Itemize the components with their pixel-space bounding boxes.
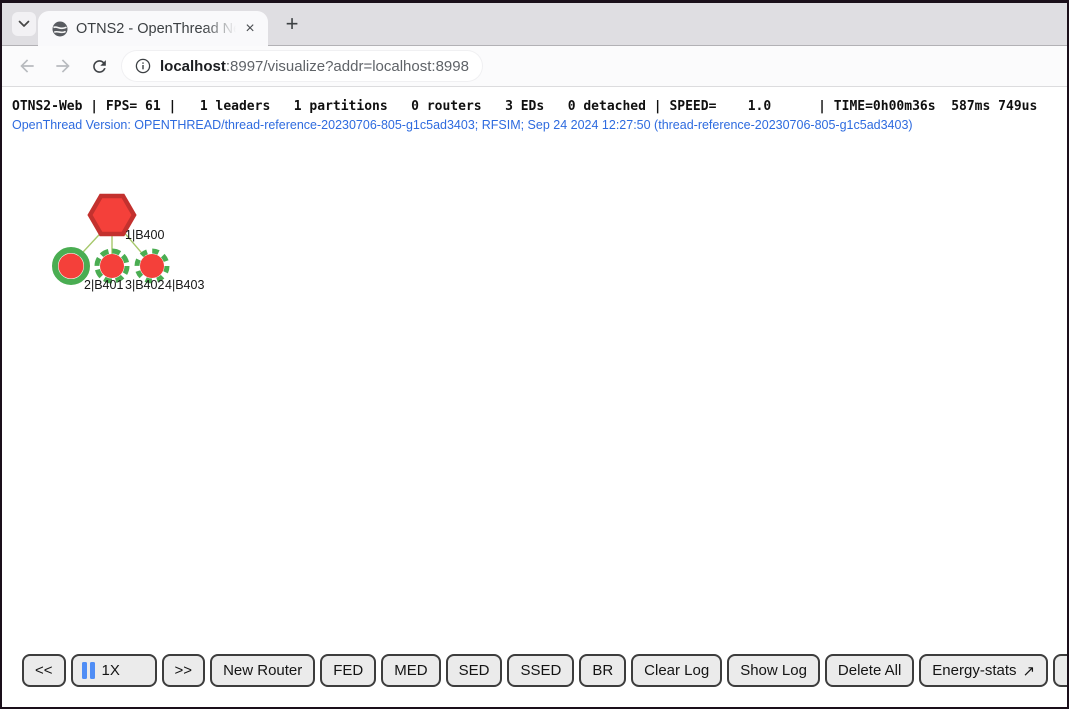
tab-otns2[interactable]: OTNS2 - OpenThread Ne × bbox=[38, 11, 268, 46]
node-child-4[interactable] bbox=[137, 251, 167, 281]
back-arrow-icon bbox=[17, 56, 37, 76]
node-stats-button[interactable]: Node-stats ↗ bbox=[1053, 654, 1067, 687]
tab-title: OTNS2 - OpenThread Ne bbox=[76, 21, 236, 37]
new-router-button[interactable]: New Router bbox=[210, 654, 315, 687]
fed-button[interactable]: FED bbox=[320, 654, 376, 687]
ssed-button[interactable]: SSED bbox=[507, 654, 574, 687]
energy-stats-label: Energy-stats bbox=[932, 662, 1016, 679]
back-button[interactable] bbox=[12, 51, 42, 81]
show-log-button[interactable]: Show Log bbox=[727, 654, 820, 687]
speed-down-button[interactable]: << bbox=[22, 654, 66, 687]
new-tab-button[interactable]: + bbox=[278, 10, 306, 38]
br-button[interactable]: BR bbox=[579, 654, 626, 687]
node-stats-label: Node-stats bbox=[1066, 662, 1067, 679]
tab-bar: OTNS2 - OpenThread Ne × + bbox=[2, 3, 1067, 46]
node-label-leader: 1|B400 bbox=[125, 228, 164, 242]
forward-arrow-icon bbox=[53, 56, 73, 76]
browser-window: OTNS2 - OpenThread Ne × + bbox=[2, 3, 1067, 707]
url-host: localhost bbox=[160, 58, 226, 75]
network-topology: 1|B400 2|B401 3|B402 4|B403 bbox=[2, 87, 302, 327]
tab-close-icon[interactable]: × bbox=[240, 19, 260, 39]
energy-stats-button[interactable]: Energy-stats ↗ bbox=[919, 654, 1048, 687]
simulator-toolbar: << 1X >> New Router FED MED SED SSED BR … bbox=[22, 654, 1067, 687]
child-node-icon[interactable] bbox=[59, 254, 84, 279]
node-label-child4: 4|B403 bbox=[165, 278, 204, 292]
child-node-icon[interactable] bbox=[100, 254, 124, 278]
node-label-child2: 2|B401 bbox=[84, 278, 123, 292]
external-link-icon: ↗ bbox=[1023, 662, 1036, 680]
page-content: OTNS2-Web | FPS= 61 | 1 leaders 1 partit… bbox=[2, 87, 1067, 707]
node-child-2[interactable] bbox=[55, 250, 87, 282]
med-button[interactable]: MED bbox=[381, 654, 440, 687]
globe-favicon-icon bbox=[52, 21, 68, 37]
forward-button[interactable] bbox=[48, 51, 78, 81]
address-bar[interactable]: localhost:8997/visualize?addr=localhost:… bbox=[122, 51, 482, 81]
page-info-icon[interactable] bbox=[135, 58, 151, 74]
sed-button[interactable]: SED bbox=[446, 654, 503, 687]
pause-icon bbox=[82, 662, 95, 679]
navigation-bar: localhost:8997/visualize?addr=localhost:… bbox=[2, 46, 1067, 87]
pause-speed-button[interactable]: 1X bbox=[71, 654, 157, 687]
tab-search-button[interactable] bbox=[12, 12, 36, 36]
chevron-down-icon bbox=[18, 20, 30, 28]
node-label-child3: 3|B402 bbox=[125, 278, 164, 292]
reload-button[interactable] bbox=[84, 51, 114, 81]
child-node-icon[interactable] bbox=[140, 254, 164, 278]
url-path: :8997/visualize?addr=localhost:8998 bbox=[226, 58, 469, 75]
reload-icon bbox=[90, 57, 109, 76]
delete-all-button[interactable]: Delete All bbox=[825, 654, 914, 687]
url-text: localhost:8997/visualize?addr=localhost:… bbox=[160, 58, 469, 75]
speed-up-button[interactable]: >> bbox=[162, 654, 206, 687]
clear-log-button[interactable]: Clear Log bbox=[631, 654, 722, 687]
node-child-3[interactable] bbox=[97, 251, 127, 281]
speed-label: 1X bbox=[102, 662, 120, 679]
